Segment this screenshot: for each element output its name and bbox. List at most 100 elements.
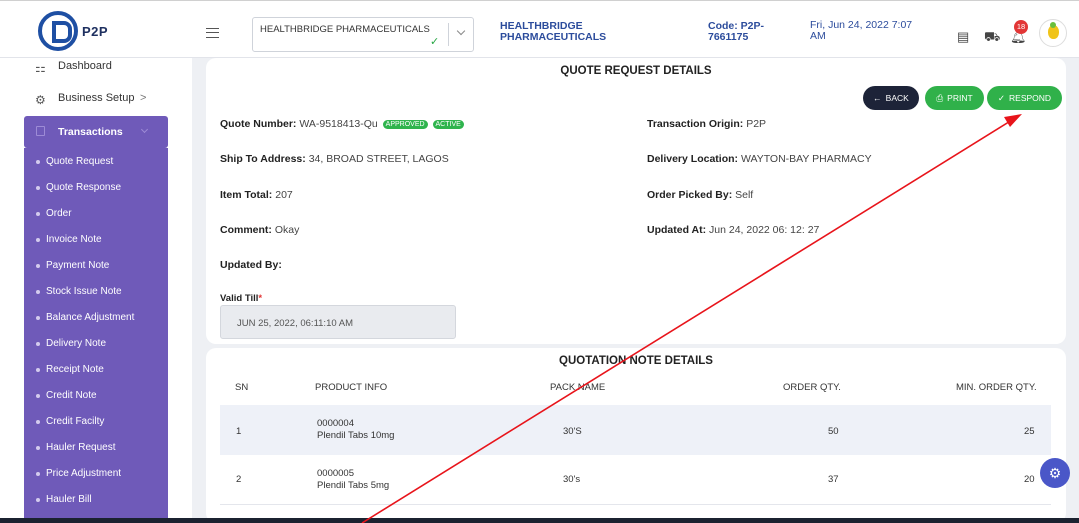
transaction-origin-field: Transaction Origin: P2P [647, 118, 766, 130]
grid-icon: ⚏ [35, 61, 46, 75]
submenu-item-delivery-note[interactable]: Delivery Note [46, 338, 106, 349]
bullet [36, 238, 40, 242]
settings-fab-button[interactable]: ⚙ [1040, 458, 1070, 488]
submenu-item-receipt-note[interactable]: Receipt Note [46, 364, 104, 375]
submenu-item-payment-note[interactable]: Payment Note [46, 260, 109, 271]
gear-icon: ⚙ [1048, 465, 1062, 481]
submenu-item-credit-facility[interactable]: Credit Facilty [46, 416, 104, 427]
pack-name: 30'S [563, 426, 582, 437]
item-total-field: Item Total: 207 [220, 189, 293, 201]
quotation-note-title: QUOTATION NOTE DETAILS [559, 355, 713, 367]
bullet [36, 264, 40, 268]
row-sn: 2 [236, 474, 242, 485]
delivery-location-label: Delivery Location: [647, 153, 739, 165]
submenu-item-invoice-note[interactable]: Invoice Note [46, 234, 102, 245]
product-info: 0000004 Plendil Tabs 10mg [317, 418, 394, 442]
status-badge-approved: APPROVED [382, 120, 428, 129]
delivery-location-value: WAYTON-BAY PHARMACY [740, 153, 872, 165]
item-total-value: 207 [275, 189, 293, 201]
select-divider [448, 23, 449, 46]
company-name: HEALTHBRIDGE PHARMACEUTICALS [500, 20, 607, 43]
updated-by-label: Updated By: [220, 259, 282, 271]
submenu-item-price-adjustment[interactable]: Price Adjustment [46, 468, 121, 479]
bullet [36, 420, 40, 424]
submenu-item-hauler-bill[interactable]: Hauler Bill [46, 494, 92, 505]
bullet [36, 472, 40, 476]
order-picked-field: Order Picked By: Self [647, 189, 753, 201]
bullet [36, 290, 40, 294]
bullet [36, 212, 40, 216]
order-qty: 37 [828, 474, 839, 485]
product-name: Plendil Tabs 10mg [317, 430, 395, 441]
column-header-pack-name: PACK NAME [550, 382, 606, 393]
comment-value: Okay [274, 224, 300, 236]
delivery-location-field: Delivery Location: WAYTON-BAY PHARMACY [647, 153, 872, 165]
submenu-item-credit-note[interactable]: Credit Note [46, 390, 97, 401]
gear-icon: ⚙ [35, 93, 46, 107]
hamburger-icon[interactable] [206, 28, 219, 38]
company-code: Code: P2P-7661175 [708, 20, 765, 43]
valid-till-value: JUN 25, 2022, 06:11:10 AM [237, 318, 354, 329]
sidebar-item-dashboard[interactable]: Dashboard [58, 60, 112, 72]
list-icon[interactable]: ▤ [957, 29, 969, 45]
updated-by-field: Updated By: [220, 259, 282, 271]
back-button[interactable]: ← BACK [863, 86, 919, 110]
company-select[interactable]: HEALTHBRIDGE PHARMACEUTICALS ✓ [252, 17, 474, 52]
sidebar-item-business-setup[interactable]: Business Setup [58, 92, 134, 104]
order-picked-value: Self [735, 189, 754, 201]
bullet [36, 160, 40, 164]
product-info: 0000005 Plendil Tabs 5mg [317, 468, 389, 492]
company-select-value: HEALTHBRIDGE PHARMACEUTICALS [260, 24, 430, 35]
sidebar: ⚏ Dashboard ⚙ Business Setup > Transacti… [0, 58, 192, 518]
notification-badge: 18 [1014, 20, 1028, 34]
app-logo[interactable]: P2P [38, 11, 108, 51]
back-button-label: BACK [885, 93, 909, 103]
ship-to-field: Ship To Address: 34, BROAD STREET, LAGOS [220, 153, 449, 165]
check-icon: ✓ [997, 92, 1006, 103]
cart-icon[interactable]: ⛟ [984, 29, 1000, 47]
quote-number-label: Quote Number: [220, 118, 297, 130]
column-header-product-info: PRODUCT INFO [315, 382, 388, 393]
item-total-label: Item Total: [220, 189, 273, 201]
submenu-item-quote-response[interactable]: Quote Response [46, 182, 121, 193]
top-header: P2P HEALTHBRIDGE PHARMACEUTICALS ✓ HEALT… [0, 0, 1079, 58]
current-datetime: Fri, Jun 24, 2022 7:07 AM [810, 19, 913, 42]
bullet [36, 368, 40, 372]
check-icon: ✓ [430, 36, 440, 48]
column-header-min-order-qty: MIN. ORDER QTY. [956, 382, 1037, 393]
updated-at-value: Jun 24, 2022 06: 12: 27 [709, 224, 820, 236]
submenu-item-hauler-request[interactable]: Hauler Request [46, 442, 115, 453]
respond-button-label: RESPOND [1009, 93, 1052, 103]
comment-label: Comment: [220, 224, 272, 236]
bullet [36, 342, 40, 346]
submenu-item-order[interactable]: Order [46, 208, 72, 219]
print-button[interactable]: ⎙ PRINT [925, 86, 984, 110]
valid-till-label-text: Valid Till [220, 293, 259, 304]
quote-number-value: WA-9518413-Qu [299, 118, 378, 130]
column-header-order-qty: ORDER QTY. [783, 382, 841, 393]
sidebar-item-label: Transactions [58, 126, 123, 138]
submenu-item-balance-adjustment[interactable]: Balance Adjustment [46, 312, 134, 323]
bullet [36, 394, 40, 398]
updated-at-field: Updated At: Jun 24, 2022 06: 12: 27 [647, 224, 819, 236]
updated-at-label: Updated At: [647, 224, 707, 236]
product-code: 0000005 [317, 468, 354, 479]
order-picked-label: Order Picked By: [647, 189, 733, 201]
chevron-down-icon [140, 125, 149, 134]
submenu-item-stock-issue-note[interactable]: Stock Issue Note [46, 286, 122, 297]
submenu-item-quote-request[interactable]: Quote Request [46, 156, 113, 167]
user-avatar[interactable] [1039, 19, 1067, 47]
chevron-down-icon[interactable] [456, 26, 466, 36]
respond-button[interactable]: ✓ RESPOND [987, 86, 1062, 110]
quote-details-title: QUOTE REQUEST DETAILS [560, 65, 712, 77]
transactions-submenu [24, 148, 168, 518]
os-taskbar [0, 518, 1079, 523]
pack-name: 30's [563, 474, 581, 485]
logo-mark-icon [38, 11, 78, 51]
sidebar-item-transactions[interactable]: Transactions [24, 116, 168, 148]
ship-to-label: Ship To Address: [220, 153, 306, 165]
min-order-qty: 25 [1024, 426, 1035, 437]
product-code: 0000004 [317, 418, 354, 429]
column-header-sn: SN [235, 382, 249, 393]
bullet [36, 446, 40, 450]
